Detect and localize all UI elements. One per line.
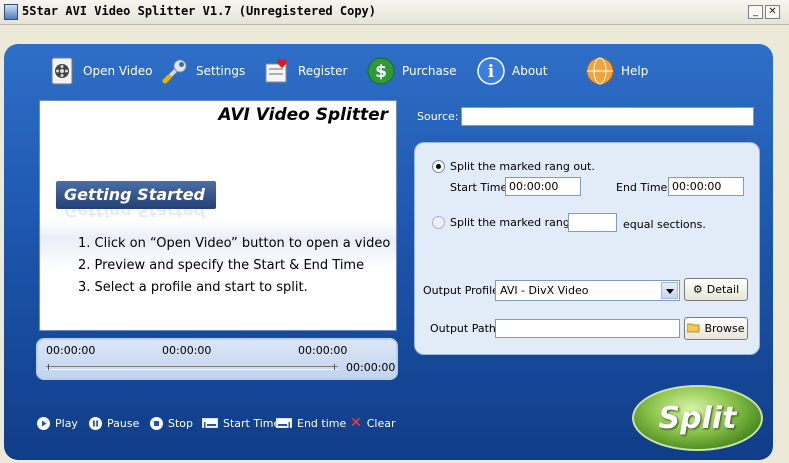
equal-sections-input[interactable] (568, 213, 617, 232)
about-label: About (512, 64, 548, 78)
settings-button[interactable]: Settings (160, 54, 245, 88)
instruction-list: 1. Click on “Open Video” button to open … (78, 233, 390, 299)
stop-label: Stop (168, 416, 194, 430)
film-reel-icon (47, 56, 77, 86)
svg-text:$: $ (375, 62, 387, 82)
play-label: Play (55, 416, 78, 430)
getting-started-reflection: Getting Started (64, 209, 205, 221)
register-heart-icon (262, 56, 292, 86)
output-path-label: Output Path: (430, 322, 500, 335)
about-button[interactable]: i About (476, 54, 547, 88)
minimize-button[interactable]: _ (748, 5, 763, 19)
open-video-label: Open Video (83, 64, 153, 78)
clear-label: Clear (366, 416, 396, 430)
start-time-control-label: Start Time (223, 416, 281, 430)
title-bar: 5Star AVI Video Splitter V1.7 (Unregiste… (0, 0, 789, 25)
window-title: 5Star AVI Video Splitter V1.7 (Unregiste… (22, 4, 377, 18)
browse-button-label: Browse (704, 322, 745, 335)
split-equal-radio[interactable] (432, 216, 445, 229)
timeline-slider[interactable] (46, 366, 338, 370)
play-button[interactable]: Play (37, 414, 78, 432)
split-equal-label: Split the marked rang to (450, 216, 585, 229)
open-video-button[interactable]: Open Video (47, 54, 153, 88)
register-label: Register (298, 64, 348, 78)
timeline-total-time: 00:00:00 (346, 361, 396, 374)
help-label: Help (621, 64, 649, 78)
register-button[interactable]: Register (262, 54, 347, 88)
preview-title: AVI Video Splitter (218, 105, 388, 125)
detail-button-label: Detail (706, 283, 740, 296)
output-profile-label: Output Profile: (423, 284, 503, 297)
wrench-icon (160, 56, 190, 86)
end-time-input[interactable]: 00:00:00 (668, 177, 744, 196)
svg-text:i: i (488, 62, 495, 82)
app-icon (4, 4, 18, 20)
start-time-button[interactable]: Start Time (202, 414, 280, 432)
folder-icon (687, 322, 700, 336)
source-label: Source: (417, 110, 459, 123)
timeline-middle-time: 00:00:00 (162, 344, 212, 357)
help-globe-icon (585, 56, 615, 86)
purchase-label: Purchase (402, 64, 457, 78)
help-button[interactable]: Help (585, 54, 648, 88)
end-time-label: End Time: (616, 181, 672, 194)
source-input[interactable] (461, 107, 754, 126)
end-time-control-label: End time (297, 416, 347, 430)
timeline-start-marker[interactable] (48, 364, 49, 370)
end-marker-icon (276, 418, 292, 428)
detail-button[interactable]: ⚙ Detail (684, 278, 748, 301)
video-preview: AVI Video Splitter Getting Started Getti… (39, 100, 397, 331)
output-profile-select[interactable]: AVI - DivX Video (495, 280, 680, 301)
split-button-label: Split (658, 401, 737, 436)
clear-button[interactable]: ✕ Clear (350, 414, 396, 432)
timeline-start-time: 00:00:00 (46, 344, 96, 357)
output-path-input[interactable] (495, 319, 680, 338)
start-time-input[interactable]: 00:00:00 (505, 177, 581, 196)
pause-button[interactable]: Pause (89, 414, 139, 432)
stop-button[interactable]: Stop (150, 414, 193, 432)
info-icon: i (476, 56, 506, 86)
play-icon (37, 416, 50, 430)
pause-label: Pause (107, 416, 140, 430)
stop-icon (150, 416, 163, 430)
split-button[interactable]: Split (632, 385, 763, 451)
clear-icon: ✕ (350, 415, 362, 431)
dollar-icon: $ (366, 56, 396, 86)
instruction-step: 2. Preview and specify the Start & End T… (78, 258, 365, 273)
instruction-step: 1. Click on “Open Video” button to open … (78, 236, 391, 251)
equal-sections-label: equal sections. (623, 218, 706, 231)
split-marked-label: Split the marked rang out. (450, 160, 595, 173)
timeline-end-marker[interactable] (334, 364, 335, 370)
pause-icon (89, 416, 102, 430)
purchase-button[interactable]: $ Purchase (366, 54, 457, 88)
timeline-panel: 00:00:00 00:00:00 00:00:00 00:00:00 (36, 338, 398, 380)
gear-icon: ⚙ (692, 283, 703, 296)
timeline-end-marker-time: 00:00:00 (298, 344, 348, 357)
start-time-label: Start Time: (450, 181, 511, 194)
browse-button[interactable]: Browse (684, 317, 748, 340)
output-profile-value: AVI - DivX Video (500, 284, 589, 297)
end-time-button[interactable]: End time (276, 414, 346, 432)
split-marked-radio[interactable] (432, 160, 445, 173)
start-marker-icon (202, 418, 218, 428)
getting-started-title: Getting Started (64, 185, 205, 204)
instruction-step: 3. Select a profile and start to split. (78, 280, 308, 295)
settings-label: Settings (196, 64, 246, 78)
chevron-down-icon[interactable] (661, 282, 678, 299)
close-button[interactable]: ✕ (765, 5, 780, 19)
